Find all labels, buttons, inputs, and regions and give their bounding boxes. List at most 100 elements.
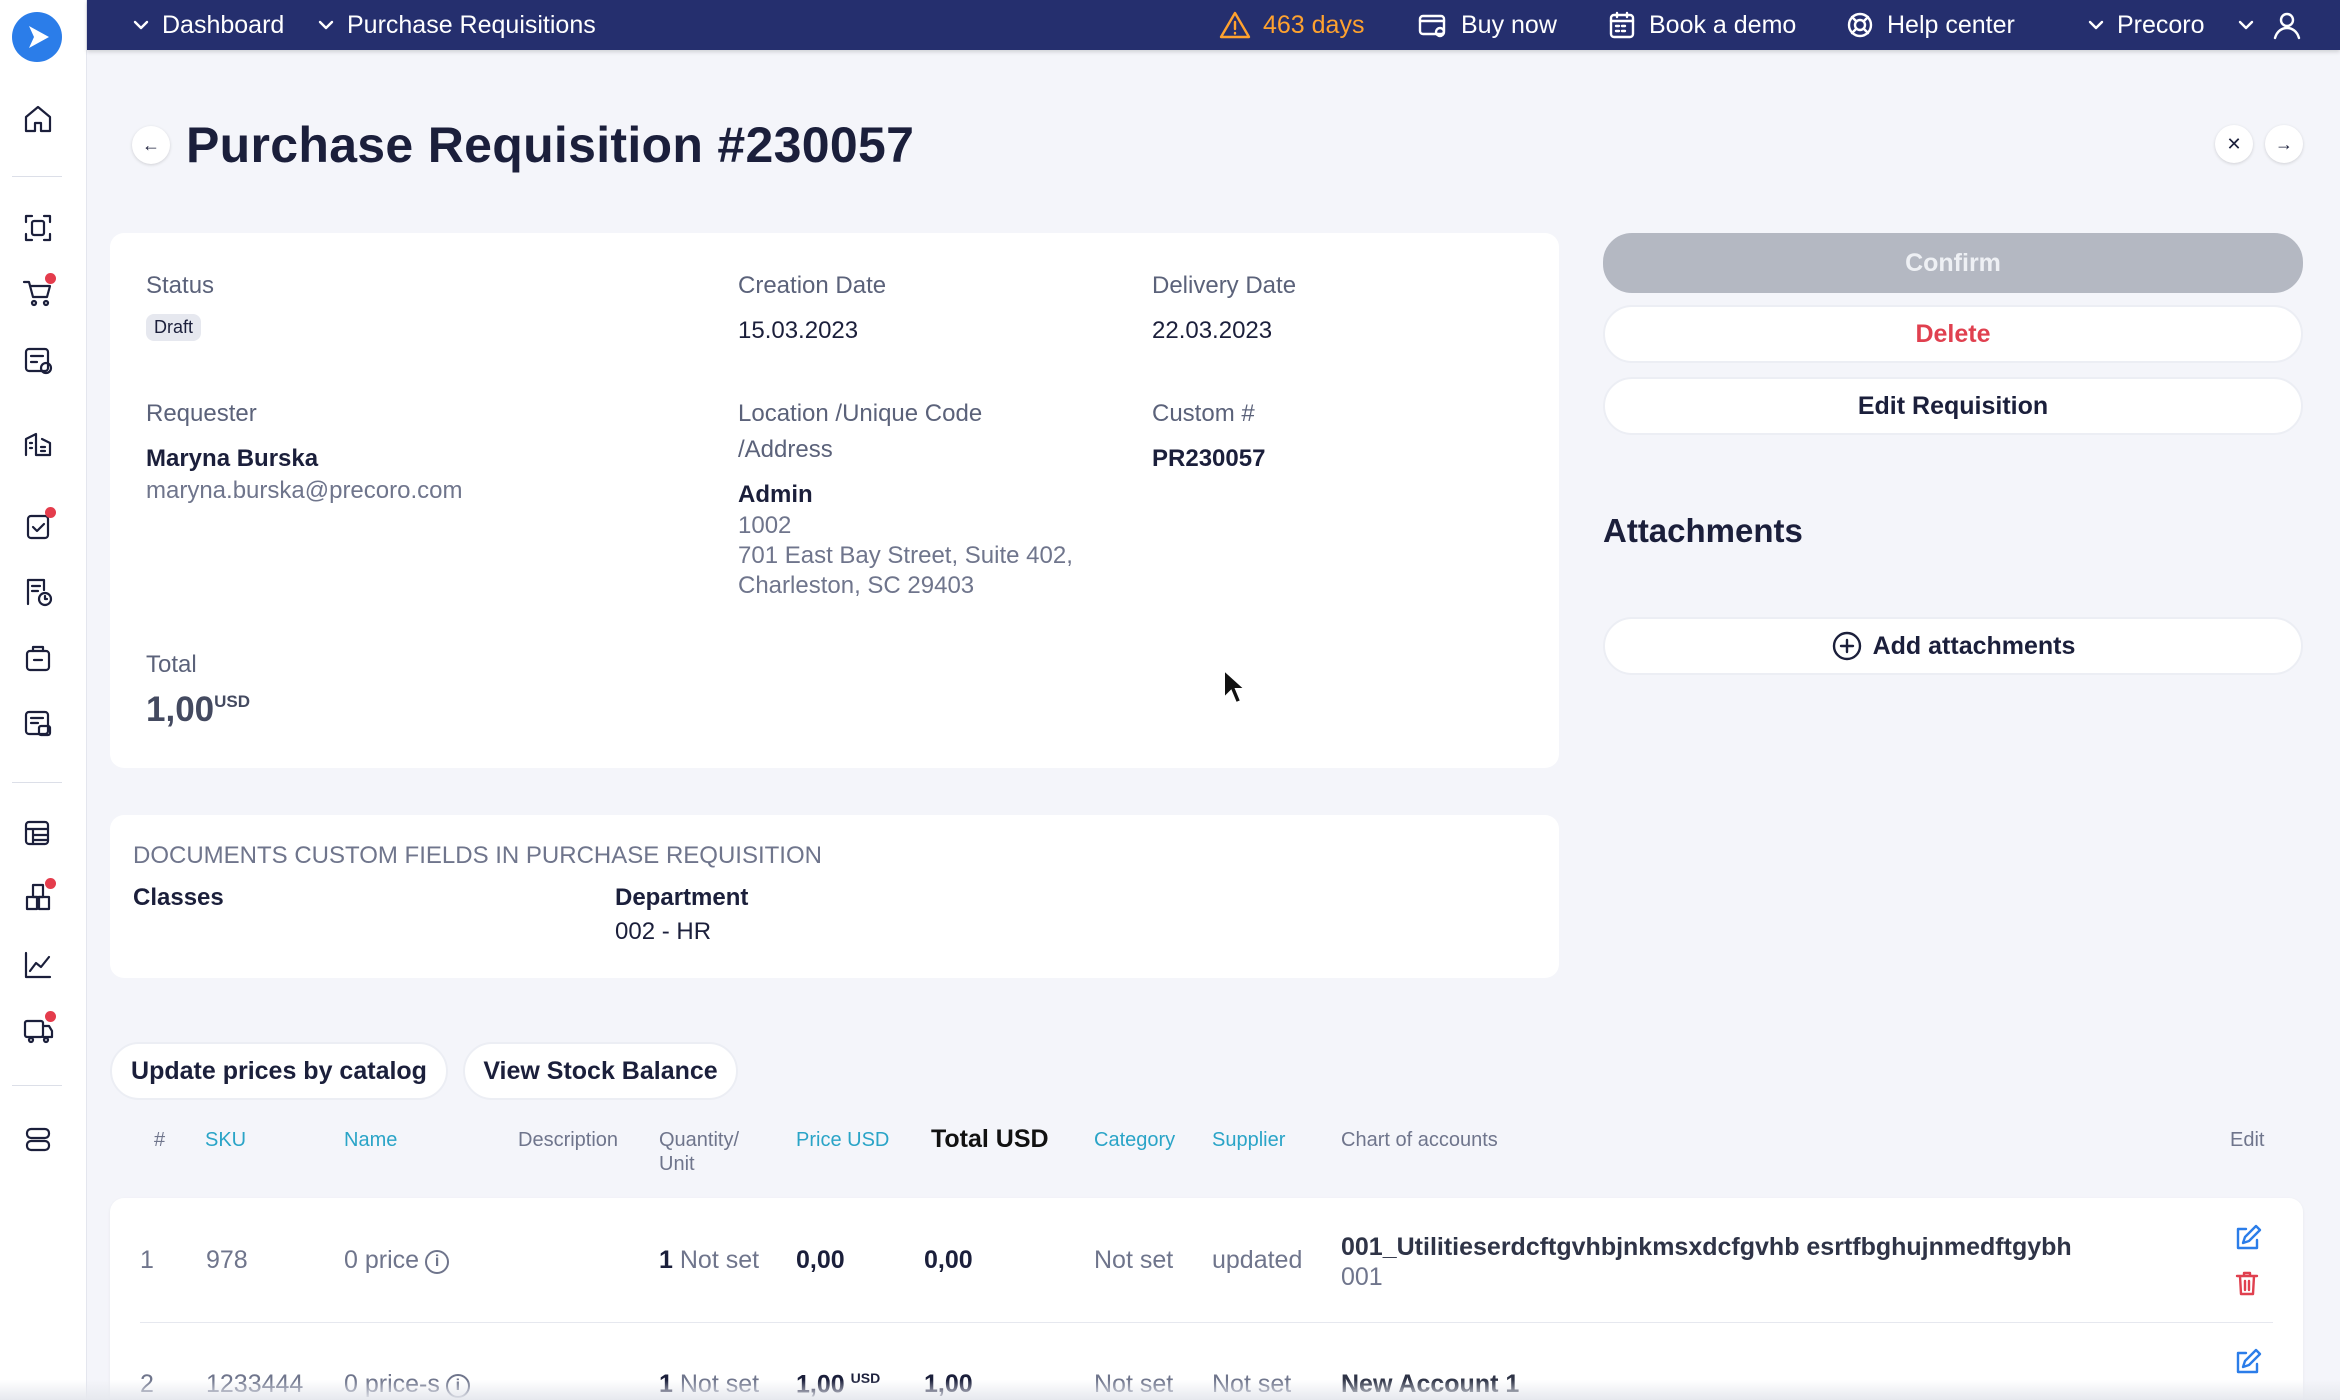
chevron-down-icon — [2238, 20, 2254, 30]
trash-icon[interactable] — [2232, 1268, 2262, 1303]
help-center-link[interactable]: Help center — [1845, 0, 2015, 50]
row-unit: Not set — [679, 1246, 760, 1274]
budget-table-icon[interactable] — [20, 815, 56, 851]
building-icon[interactable] — [20, 425, 56, 461]
total-label: Total — [146, 651, 197, 678]
back-button[interactable]: ← — [132, 126, 170, 164]
trial-days-indicator[interactable]: 463 days — [1219, 0, 1364, 50]
status-label: Status — [146, 272, 215, 299]
row-number: 1 — [140, 1246, 154, 1274]
payment-icon[interactable] — [20, 705, 56, 741]
book-demo-label: Book a demo — [1649, 10, 1797, 39]
row-account-code: 001 — [1341, 1263, 1383, 1291]
top-bar: Dashboard Purchase Requisitions 463 days… — [87, 0, 2340, 50]
nav-dashboard[interactable]: Dashboard — [132, 0, 284, 50]
buy-now-label: Buy now — [1461, 10, 1557, 39]
buy-now-link[interactable]: Buy now — [1417, 0, 1557, 50]
row-name[interactable]: 0 price i — [344, 1246, 450, 1275]
row-account-name: 001_Utilitieserdcftgvhbjnkmsxdcfgvhb esr… — [1341, 1233, 2072, 1261]
location-label: Location /Unique Code — [738, 400, 983, 427]
total-value: 1,00 — [146, 690, 215, 729]
receipt-clock-icon[interactable] — [20, 574, 56, 610]
header-category[interactable]: Category — [1094, 1128, 1175, 1152]
precoro-logo[interactable] — [12, 12, 62, 62]
row-supplier: updated — [1212, 1246, 1303, 1274]
header-edit: Edit — [2230, 1129, 2265, 1151]
edit-requisition-button[interactable]: Edit Requisition — [1603, 377, 2303, 435]
edit-icon[interactable] — [2232, 1348, 2262, 1383]
row-category: Not set — [1094, 1246, 1174, 1274]
sidebar-divider — [12, 176, 62, 177]
custom-fields-card — [110, 815, 1559, 978]
next-button[interactable]: → — [2265, 125, 2303, 163]
notification-dot — [45, 507, 56, 518]
inventory-icon[interactable] — [20, 878, 56, 915]
nav-purchase-requisitions-label: Purchase Requisitions — [347, 10, 596, 39]
mouse-cursor — [1222, 667, 1248, 711]
location-address-line1: 701 East Bay Street, Suite 402, — [738, 542, 1073, 569]
close-button[interactable]: ✕ — [2215, 125, 2253, 163]
creation-date-value: 15.03.2023 — [738, 317, 859, 344]
add-attachments-label: Add attachments — [1872, 631, 2076, 660]
company-selector[interactable]: Precoro — [2087, 0, 2205, 50]
user-menu[interactable] — [2237, 0, 2303, 50]
cart-icon[interactable] — [20, 273, 56, 310]
custom-fields-heading: DOCUMENTS CUSTOM FIELDS IN PURCHASE REQU… — [133, 842, 822, 869]
user-icon — [2273, 12, 2301, 40]
header-sku[interactable]: SKU — [205, 1128, 246, 1152]
delivery-date-label: Delivery Date — [1152, 272, 1297, 299]
arrow-left-icon: ← — [142, 134, 160, 155]
chevron-down-icon — [133, 20, 149, 30]
header-unit: Unit — [659, 1153, 695, 1175]
sidebar-divider — [12, 1085, 62, 1086]
row-price: 0,00 — [796, 1246, 845, 1274]
invoice-check-icon[interactable] — [20, 342, 56, 378]
add-attachments-button[interactable]: Add attachments — [1603, 617, 2303, 675]
close-icon: ✕ — [2226, 133, 2242, 154]
play-logo-icon — [29, 26, 49, 48]
custom-number-value: PR230057 — [1152, 445, 1266, 472]
page-title: Purchase Requisition #230057 — [186, 117, 915, 173]
title-row: ← Purchase Requisition #230057 — [132, 112, 914, 178]
confirm-button[interactable]: Confirm — [1603, 233, 2303, 293]
nav-purchase-requisitions[interactable]: Purchase Requisitions — [317, 0, 596, 50]
edit-icon[interactable] — [2232, 1224, 2262, 1259]
department-label: Department — [615, 884, 749, 911]
chevron-down-icon — [318, 20, 334, 30]
total-currency: USD — [214, 692, 251, 711]
classes-label: Classes — [133, 884, 224, 911]
view-stock-balance-button[interactable]: View Stock Balance — [463, 1042, 738, 1100]
company-name: Precoro — [2117, 10, 2205, 39]
requester-label: Requester — [146, 400, 257, 427]
book-demo-link[interactable]: Book a demo — [1607, 0, 1796, 50]
header-number: # — [154, 1129, 166, 1151]
clipboard-check-icon[interactable] — [20, 507, 56, 544]
header-price[interactable]: Price USD — [796, 1128, 889, 1152]
header-supplier[interactable]: Supplier — [1212, 1128, 1285, 1152]
notification-dot — [45, 1011, 56, 1022]
calendar-icon — [1609, 11, 1635, 39]
delete-button[interactable]: Delete — [1603, 305, 2303, 363]
package-icon[interactable] — [20, 640, 56, 676]
scan-document-icon[interactable] — [20, 210, 56, 246]
delivery-date-value: 22.03.2023 — [1152, 317, 1273, 344]
header-description: Description — [518, 1129, 619, 1151]
home-icon[interactable] — [20, 101, 56, 137]
help-center-label: Help center — [1887, 10, 2015, 39]
header-total[interactable]: Total USD — [931, 1127, 1049, 1152]
row-sku: 978 — [206, 1246, 248, 1274]
total-amount: 1,00USD — [146, 690, 250, 730]
sidebar-divider — [12, 782, 62, 783]
warning-icon — [1219, 11, 1251, 39]
header-name[interactable]: Name — [344, 1128, 397, 1152]
location-code: 1002 — [738, 512, 792, 539]
lifebuoy-icon — [1847, 12, 1873, 38]
update-prices-button[interactable]: Update prices by catalog — [110, 1042, 448, 1100]
integrations-icon[interactable] — [20, 1121, 56, 1157]
custom-number-label: Custom # — [1152, 400, 1255, 427]
notification-dot — [45, 273, 56, 284]
info-icon[interactable]: i — [425, 1250, 450, 1274]
analytics-chart-icon[interactable] — [20, 947, 56, 983]
supplier-truck-icon[interactable] — [20, 1011, 56, 1048]
row-name-text: 0 price — [344, 1246, 420, 1274]
